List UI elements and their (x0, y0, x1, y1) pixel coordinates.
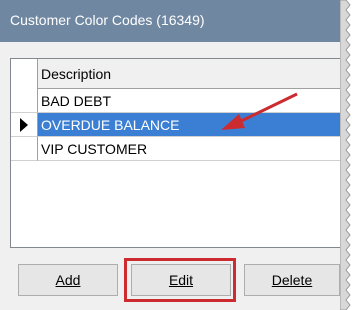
edit-button-highlight (124, 258, 236, 302)
window-title: Customer Color Codes (16349) (10, 12, 205, 28)
description-column-header[interactable]: Description (38, 59, 347, 89)
color-codes-grid: Description BAD DEBT OVERDUE BALANCE VIP… (10, 58, 347, 248)
add-button[interactable]: Add (18, 264, 118, 296)
row-indicator (11, 89, 38, 113)
grid-row-vip-customer[interactable]: VIP CUSTOMER (11, 137, 347, 161)
row-indicator (11, 113, 38, 137)
annotation-arrow-icon (221, 92, 298, 130)
row-indicator-header (11, 59, 38, 89)
grid-header-row: Description (11, 59, 347, 89)
row-description[interactable]: VIP CUSTOMER (38, 137, 347, 161)
row-indicator (11, 137, 38, 161)
title-bar: Customer Color Codes (16349) (0, 0, 346, 42)
torn-edge (340, 0, 351, 310)
current-row-caret-icon (20, 118, 28, 132)
delete-button[interactable]: Delete (244, 264, 340, 296)
